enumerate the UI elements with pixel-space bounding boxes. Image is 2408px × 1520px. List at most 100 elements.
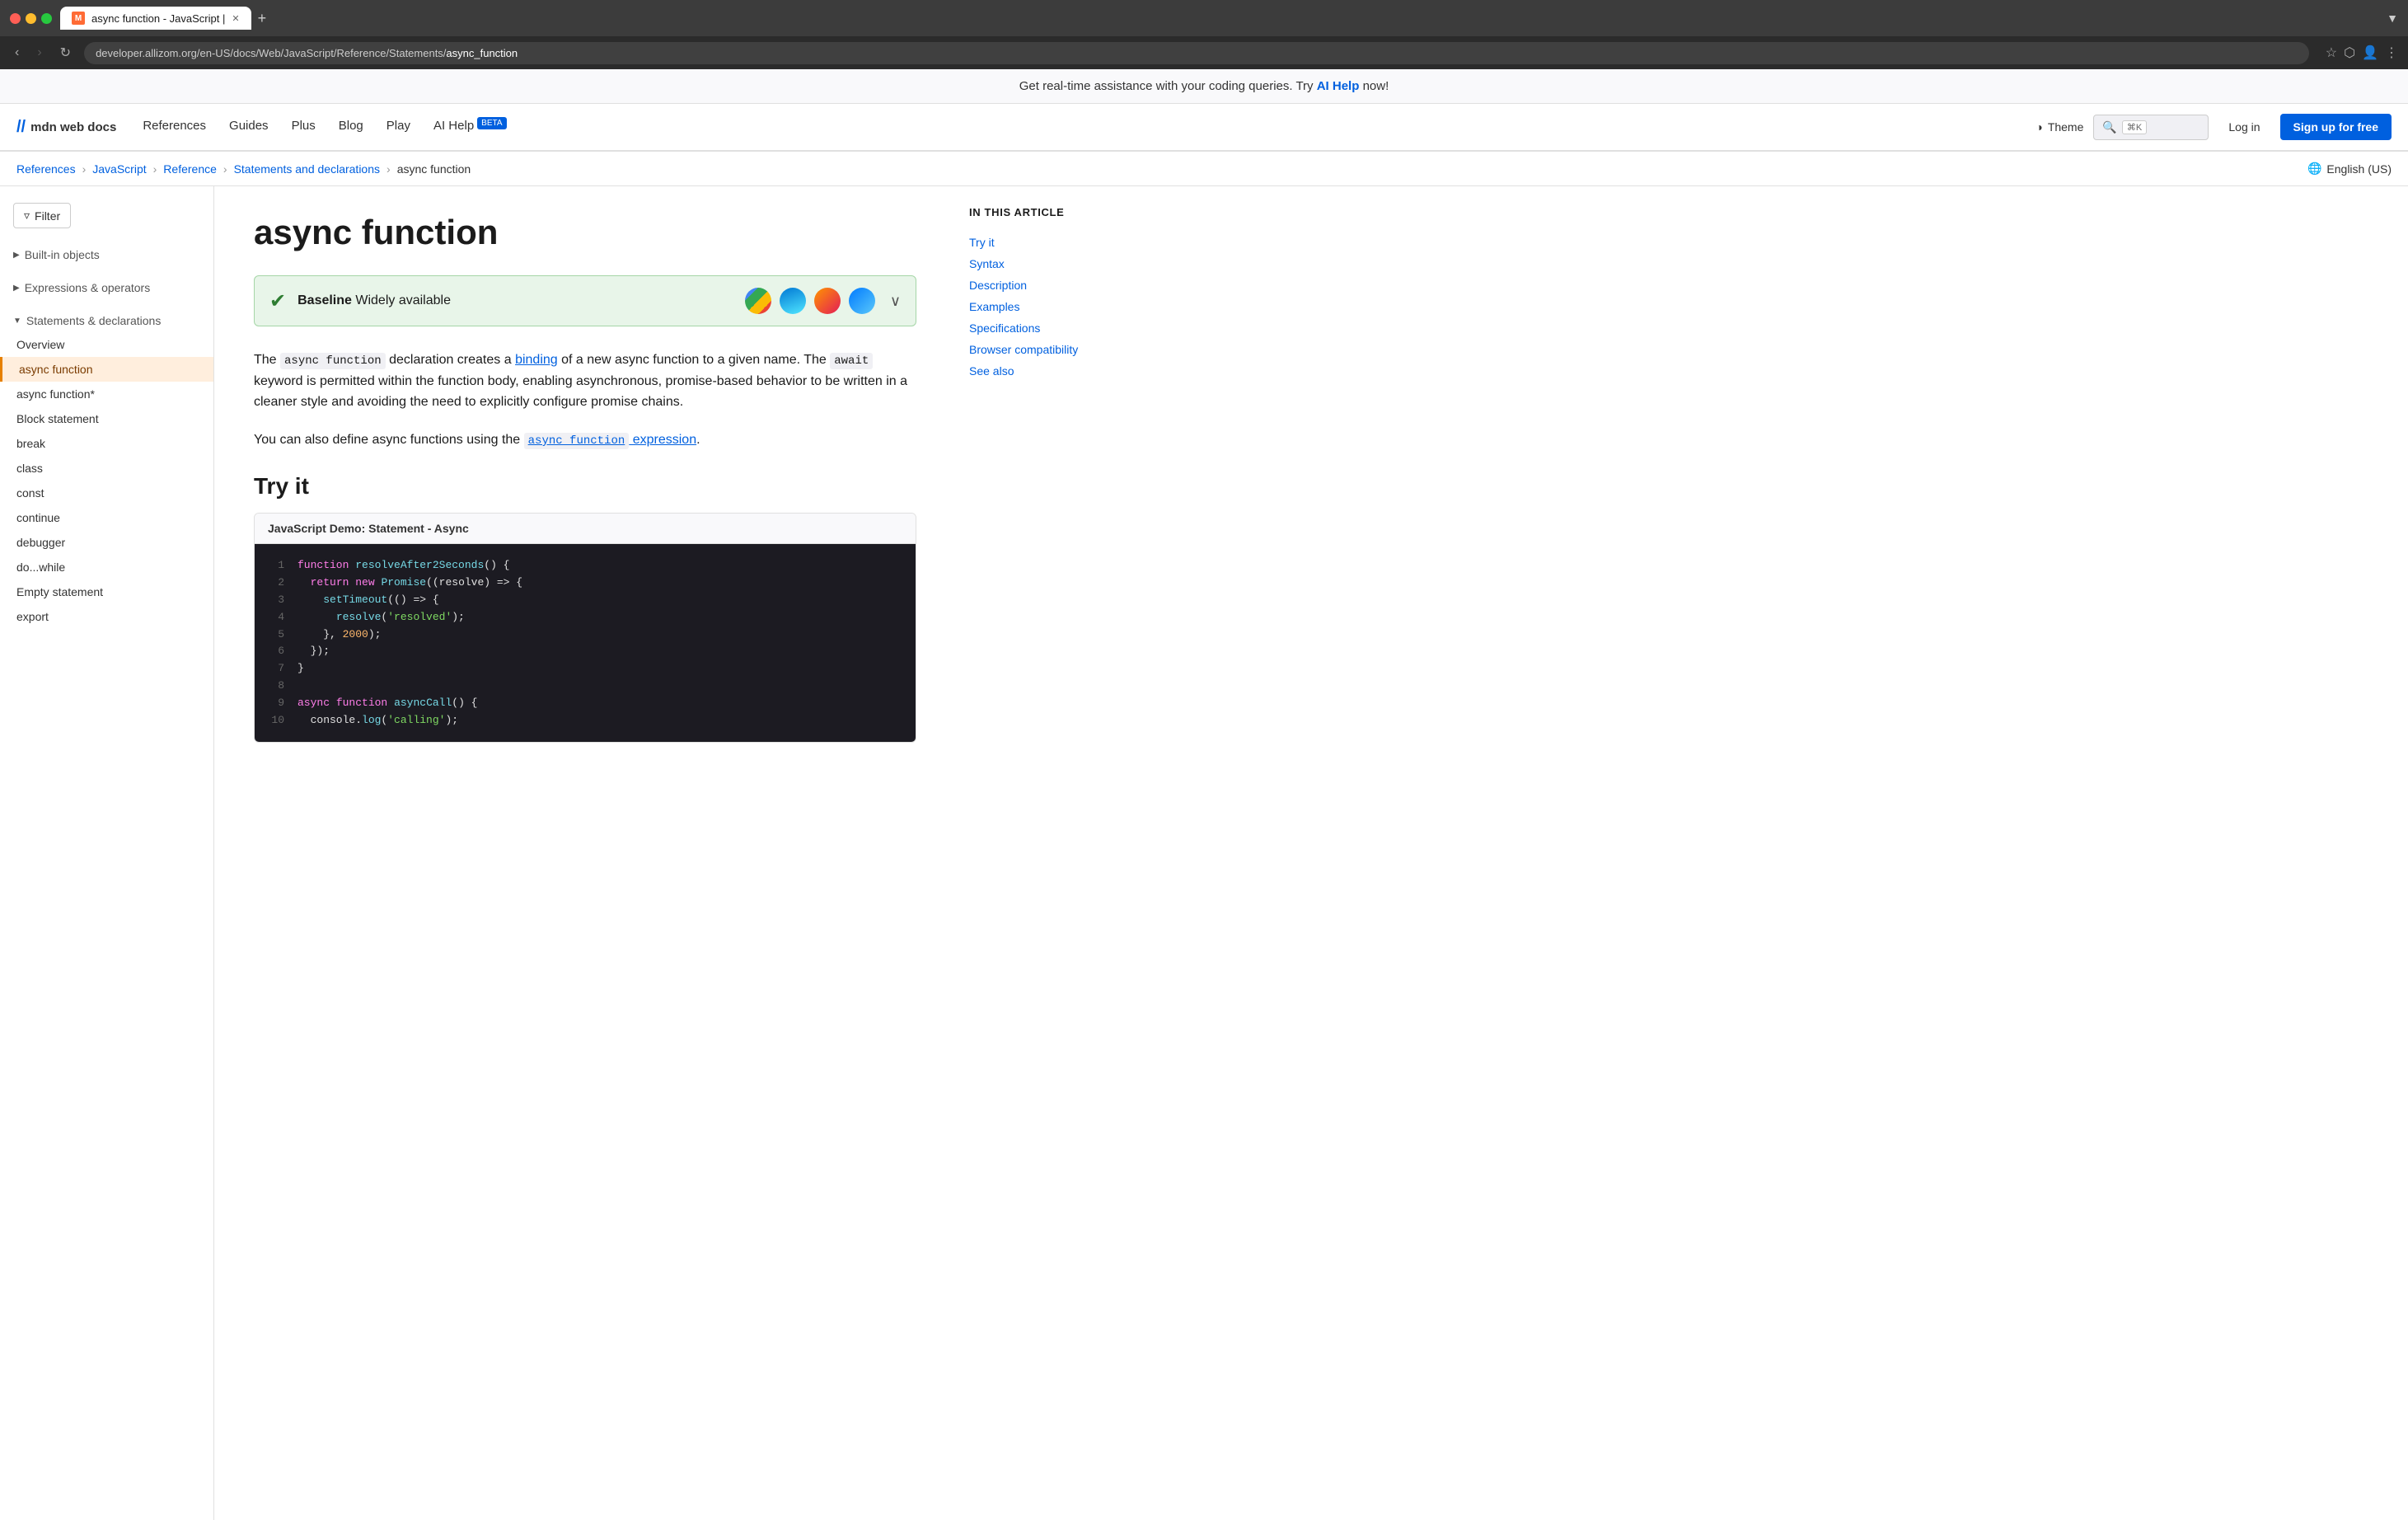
filter-button[interactable]: ▿ Filter bbox=[13, 203, 71, 228]
baseline-label: Baseline bbox=[297, 293, 352, 307]
article-second-para: You can also define async functions usin… bbox=[254, 429, 916, 451]
browser-chrome: M async function - JavaScript | ✕ + ▼ bbox=[0, 0, 2408, 36]
line-code-10: console.log('calling'); bbox=[297, 712, 458, 730]
article-intro: The async function declaration creates a… bbox=[254, 350, 916, 413]
async-function-expression-code: async function bbox=[524, 433, 630, 449]
toc-examples[interactable]: Examples bbox=[969, 296, 1124, 317]
line-num-10: 10 bbox=[268, 712, 284, 730]
sidebar-section-expressions: ▶ Expressions & operators bbox=[0, 271, 213, 304]
sidebar-section-statements: ▼ Statements & declarations Overview asy… bbox=[0, 304, 213, 634]
menu-icon[interactable]: ⋮ bbox=[2385, 45, 2398, 61]
chevron-right-icon-2: ▶ bbox=[13, 284, 20, 293]
line-num-4: 4 bbox=[268, 609, 284, 626]
sidebar-section-statements-title[interactable]: ▼ Statements & declarations bbox=[0, 309, 213, 332]
theme-button[interactable]: ◑ Theme bbox=[2036, 120, 2083, 134]
nav-ai-help[interactable]: AI HelpBETA bbox=[424, 104, 517, 150]
sidebar-item-empty[interactable]: Empty statement bbox=[0, 579, 213, 604]
line-num-6: 6 bbox=[268, 643, 284, 660]
language-button[interactable]: 🌐 English (US) bbox=[2307, 162, 2392, 176]
sidebar-item-const[interactable]: const bbox=[0, 481, 213, 505]
breadcrumb-statements[interactable]: Statements and declarations bbox=[234, 162, 380, 176]
forward-button[interactable]: › bbox=[32, 42, 46, 63]
breadcrumb-current: async function bbox=[397, 162, 471, 176]
ai-help-link[interactable]: AI Help bbox=[1317, 79, 1360, 93]
safari-icon bbox=[849, 288, 875, 314]
baseline-expand-button[interactable]: ∨ bbox=[890, 293, 901, 310]
baseline-description: Widely available bbox=[355, 293, 451, 307]
tab-title: async function - JavaScript | bbox=[91, 12, 225, 25]
banner: Get real-time assistance with your codin… bbox=[0, 69, 2408, 104]
minimize-dot[interactable] bbox=[26, 13, 36, 24]
nav-references[interactable]: References bbox=[133, 104, 216, 150]
code-block: 1 function resolveAfter2Seconds() { 2 re… bbox=[255, 544, 916, 742]
breadcrumb-reference[interactable]: Reference bbox=[163, 162, 217, 176]
code-line-9: 9 async function asyncCall() { bbox=[268, 695, 902, 712]
line-num-3: 3 bbox=[268, 592, 284, 609]
toc-try-it[interactable]: Try it bbox=[969, 232, 1124, 253]
line-num-7: 7 bbox=[268, 660, 284, 678]
code-line-2: 2 return new Promise((resolve) => { bbox=[268, 575, 902, 592]
code-line-5: 5 }, 2000); bbox=[268, 626, 902, 644]
code-line-8: 8 bbox=[268, 678, 902, 695]
firefox-icon bbox=[814, 288, 841, 314]
profile-icon[interactable]: 👤 bbox=[2362, 45, 2378, 61]
binding-link[interactable]: binding bbox=[515, 353, 558, 367]
sidebar-item-continue[interactable]: continue bbox=[0, 505, 213, 530]
search-shortcut: ⌘K bbox=[2122, 120, 2147, 134]
tab-close-button[interactable]: ✕ bbox=[232, 13, 239, 24]
window-controls bbox=[10, 13, 52, 24]
fullscreen-dot[interactable] bbox=[41, 13, 52, 24]
signup-button[interactable]: Sign up for free bbox=[2280, 114, 2392, 140]
sidebar-item-async-function[interactable]: async function bbox=[0, 357, 213, 382]
sidebar-section-builtin-title[interactable]: ▶ Built-in objects bbox=[0, 243, 213, 266]
breadcrumb-javascript[interactable]: JavaScript bbox=[92, 162, 146, 176]
nav-plus[interactable]: Plus bbox=[282, 104, 326, 150]
sidebar-item-debugger[interactable]: debugger bbox=[0, 530, 213, 555]
toc-sidebar: In this article Try it Syntax Descriptio… bbox=[956, 186, 1137, 1520]
toc-see-also[interactable]: See also bbox=[969, 360, 1124, 382]
code-line-10: 10 console.log('calling'); bbox=[268, 712, 902, 730]
breadcrumb-references[interactable]: References bbox=[16, 162, 76, 176]
nav-guides[interactable]: Guides bbox=[219, 104, 279, 150]
sidebar-item-class[interactable]: class bbox=[0, 456, 213, 481]
page-layout: ▿ Filter ▶ Built-in objects ▶ Expression… bbox=[0, 186, 2408, 1520]
toc-syntax[interactable]: Syntax bbox=[969, 253, 1124, 274]
sidebar-item-dowhile[interactable]: do...while bbox=[0, 555, 213, 579]
theme-label: Theme bbox=[2048, 120, 2084, 134]
lang-label: English (US) bbox=[2326, 162, 2392, 176]
sidebar-item-overview[interactable]: Overview bbox=[0, 332, 213, 357]
line-num-5: 5 bbox=[268, 626, 284, 644]
page-title: async function bbox=[254, 213, 916, 252]
browser-tabs: M async function - JavaScript | ✕ + bbox=[60, 7, 2378, 30]
new-tab-button[interactable]: + bbox=[258, 10, 267, 27]
filter-label: Filter bbox=[35, 209, 60, 223]
toc-description[interactable]: Description bbox=[969, 274, 1124, 296]
reload-button[interactable]: ↻ bbox=[55, 41, 76, 64]
sidebar-item-break[interactable]: break bbox=[0, 431, 213, 456]
sidebar-item-async-function-star[interactable]: async function* bbox=[0, 382, 213, 406]
toc-browser-compat[interactable]: Browser compatibility bbox=[969, 339, 1124, 360]
extensions-icon[interactable]: ⬡ bbox=[2344, 45, 2355, 61]
toc-specifications[interactable]: Specifications bbox=[969, 317, 1124, 339]
chevron-down-icon: ▼ bbox=[13, 317, 21, 326]
breadcrumb-sep-1: › bbox=[82, 162, 87, 176]
sidebar-section-expressions-title[interactable]: ▶ Expressions & operators bbox=[0, 276, 213, 299]
active-tab[interactable]: M async function - JavaScript | ✕ bbox=[60, 7, 251, 30]
code-line-7: 7 } bbox=[268, 660, 902, 678]
mdn-logo[interactable]: // mdn web docs bbox=[16, 118, 116, 137]
back-button[interactable]: ‹ bbox=[10, 42, 24, 63]
sidebar-item-block[interactable]: Block statement bbox=[0, 406, 213, 431]
close-dot[interactable] bbox=[10, 13, 21, 24]
line-num-9: 9 bbox=[268, 695, 284, 712]
theme-icon: ◑ bbox=[2036, 120, 2042, 134]
bookmark-icon[interactable]: ☆ bbox=[2326, 45, 2337, 61]
login-button[interactable]: Log in bbox=[2218, 114, 2270, 140]
sidebar-section-builtin: ▶ Built-in objects bbox=[0, 238, 213, 271]
sidebar-item-export[interactable]: export bbox=[0, 604, 213, 629]
nav-blog[interactable]: Blog bbox=[329, 104, 373, 150]
tab-list-button[interactable]: ▼ bbox=[2387, 12, 2398, 25]
search-box[interactable]: 🔍 ⌘K bbox=[2093, 115, 2209, 140]
async-function-expression-link[interactable]: async function expression bbox=[524, 433, 696, 447]
nav-play[interactable]: Play bbox=[377, 104, 420, 150]
url-bar[interactable]: developer.allizom.org/en-US/docs/Web/Jav… bbox=[84, 42, 2309, 64]
